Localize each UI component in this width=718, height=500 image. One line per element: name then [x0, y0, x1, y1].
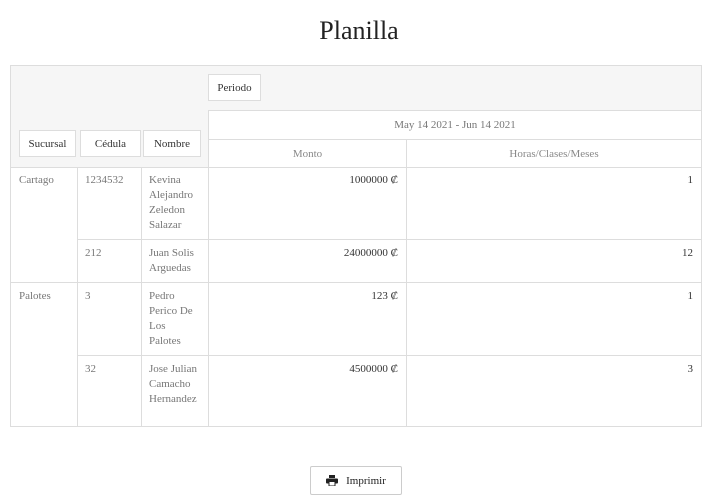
horas-cell: 1 — [687, 174, 694, 186]
group-separator — [11, 282, 77, 283]
page-title: Planilla — [319, 16, 399, 45]
row-header-sucursal[interactable]: Sucursal — [19, 130, 76, 157]
measure-monto: Monto — [209, 140, 407, 167]
filter-chip-periodo[interactable]: Periodo — [208, 74, 261, 101]
cedula-cell: 3 — [85, 290, 91, 302]
monto-cell: 4500000 ₡ — [349, 363, 398, 375]
nombre-cell: Pedro Perico De Los Palotes — [149, 290, 193, 347]
horas-cell: 3 — [687, 363, 694, 375]
table-row: 3 Pedro Perico De Los Palotes 123 ₡ 1 — [77, 283, 701, 356]
cedula-cell: 1234532 — [85, 174, 124, 186]
print-button-label: Imprimir — [346, 474, 386, 487]
table-row: 32 Jose Julian Camacho Hernandez 4500000… — [11, 356, 701, 426]
monto-cell: 24000000 ₡ — [343, 247, 398, 259]
monto-cell: 1000000 ₡ — [349, 174, 398, 186]
pivot-table: Periodo Sucursal Cédula Nombre May 14 20… — [10, 65, 702, 427]
period-label: May 14 2021 - Jun 14 2021 — [209, 111, 701, 140]
cedula-cell: 212 — [85, 247, 102, 259]
measure-horas: Horas/Clases/Meses — [509, 147, 599, 160]
sucursal-cell: Cartago — [19, 174, 54, 186]
monto-cell: 123 ₡ — [371, 290, 398, 302]
period-band: May 14 2021 - Jun 14 2021 Monto Horas/Cl… — [208, 110, 701, 167]
table-row: 212 Juan Solis Arguedas 24000000 ₡ 12 — [11, 240, 701, 283]
row-header-nombre[interactable]: Nombre — [143, 130, 201, 157]
sucursal-cell: Palotes — [19, 290, 51, 302]
row-header-cedula[interactable]: Cédula — [80, 130, 141, 157]
print-button[interactable]: Imprimir — [310, 466, 402, 495]
pivot-header: Periodo Sucursal Cédula Nombre May 14 20… — [11, 66, 701, 168]
horas-cell: 12 — [682, 247, 693, 259]
nombre-cell: Juan Solis Arguedas — [149, 247, 194, 274]
horas-cell: 1 — [687, 290, 694, 302]
nombre-cell: Jose Julian Camacho Hernandez — [149, 363, 197, 405]
nombre-cell: Kevina Alejandro Zeledon Salazar — [149, 174, 193, 231]
table-row: 1234532 Kevina Alejandro Zeledon Salazar… — [77, 167, 701, 240]
printer-icon — [326, 475, 339, 486]
cedula-cell: 32 — [85, 363, 96, 375]
